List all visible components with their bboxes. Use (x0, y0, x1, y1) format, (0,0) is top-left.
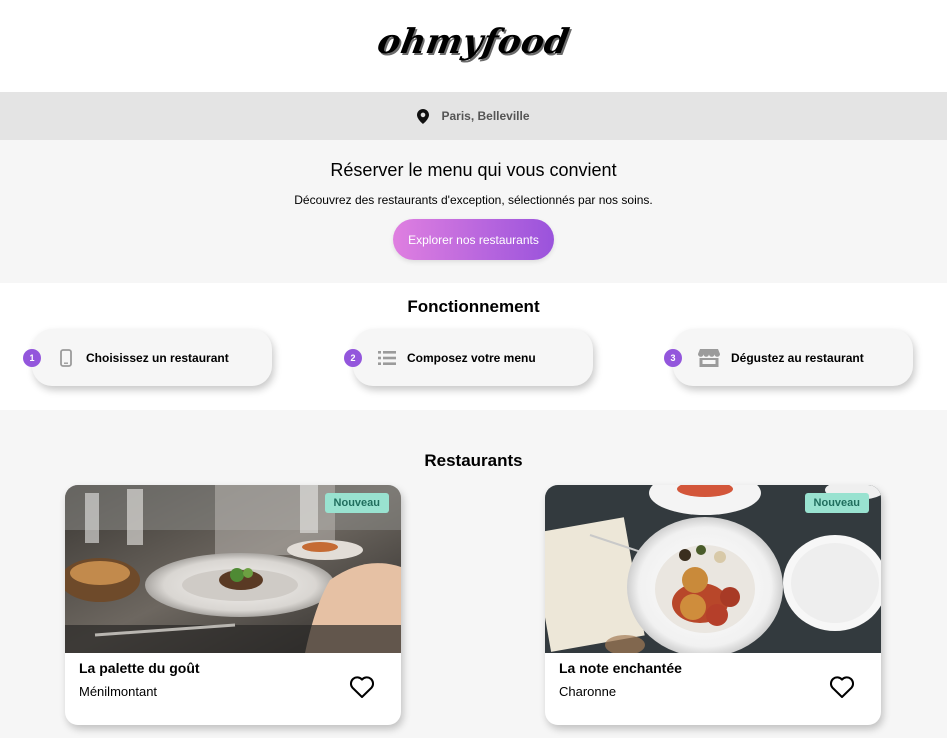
step-choose-restaurant: 1 Choisissez un restaurant (23, 329, 272, 386)
how-it-works-title: Fonctionnement (407, 297, 540, 316)
new-badge: Nouveau (324, 493, 389, 513)
step-label: Composez votre menu (407, 350, 536, 365)
restaurant-area: Ménilmontant (79, 684, 158, 699)
restaurant-area: Charonne (559, 684, 617, 699)
restaurant-photo: Nouveau (545, 485, 881, 653)
explore-restaurants-button[interactable]: Explorer nos restaurants (393, 219, 554, 260)
mobile-phone-icon (56, 348, 76, 368)
step-label: Choisissez un restaurant (86, 350, 229, 365)
heart-outline-icon[interactable] (349, 675, 375, 701)
step-number-badge: 2 (344, 349, 362, 367)
step-compose-menu: 2 Composez votre menu (344, 329, 593, 386)
restaurants-title: Restaurants (424, 451, 523, 470)
restaurant-photo: Nouveau (65, 485, 401, 653)
site-header: ohmyfood (0, 0, 947, 92)
hero-section: Réserver le menu qui vous convient Décou… (0, 140, 947, 283)
hero-title: Réserver le menu qui vous convient (330, 160, 617, 180)
location-bar: Paris, Belleville (0, 92, 947, 140)
card-body: La note enchantée Charonne (545, 653, 881, 699)
hero-subtitle: Découvrez des restaurants d'exception, s… (294, 193, 653, 207)
site-logo[interactable]: ohmyfood (375, 22, 573, 62)
map-pin-icon (417, 108, 430, 124)
step-number-badge: 3 (664, 349, 682, 367)
store-icon (697, 348, 721, 368)
restaurant-name: La note enchantée (559, 660, 682, 676)
heart-outline-icon[interactable] (829, 675, 855, 701)
step-enjoy-restaurant: 3 Dégustez au restaurant (664, 329, 913, 386)
location-text: Paris, Belleville (441, 109, 530, 123)
restaurant-card[interactable]: Nouveau La note enchantée Charonne (545, 485, 881, 725)
step-number-badge: 1 (23, 349, 41, 367)
card-body: La palette du goût Ménilmontant (65, 653, 401, 699)
restaurants-section: Restaurants Nouveau La palette du goût M… (0, 410, 947, 738)
restaurant-card[interactable]: Nouveau La palette du goût Ménilmontant (65, 485, 401, 725)
new-badge: Nouveau (804, 493, 869, 513)
how-it-works-section: Fonctionnement 1 Choisissez un restauran… (0, 283, 947, 410)
list-icon (377, 348, 397, 368)
step-label: Dégustez au restaurant (731, 350, 864, 365)
restaurant-name: La palette du goût (79, 660, 200, 676)
